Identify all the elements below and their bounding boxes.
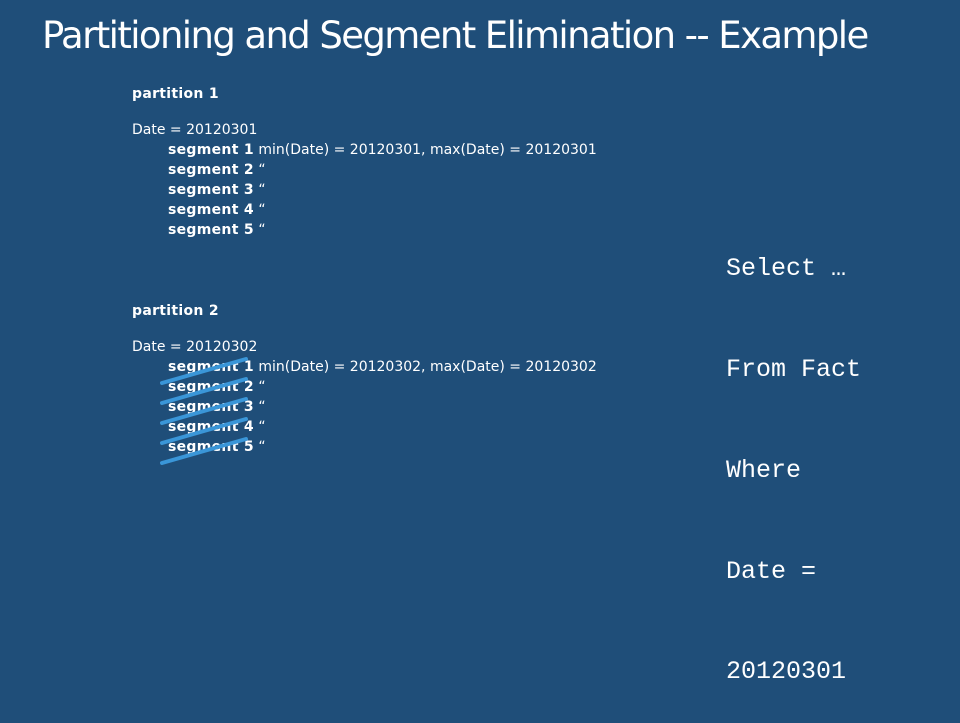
segment-detail: “ bbox=[258, 439, 266, 455]
query-line: Where bbox=[726, 455, 802, 485]
segment-label: segment 2 bbox=[168, 379, 254, 395]
segment-row: segment 2 “ bbox=[132, 377, 597, 397]
segment-label: segment 3 bbox=[168, 399, 254, 415]
partition-label: partition 2 bbox=[132, 303, 219, 319]
segment-detail: “ bbox=[258, 379, 266, 395]
segment-row: segment 2 “ bbox=[132, 160, 597, 180]
partition-2-block: partition 2 Date = 20120302 segment 1 mi… bbox=[132, 301, 597, 457]
segment-detail: “ bbox=[258, 399, 266, 415]
segment-label: segment 5 bbox=[168, 222, 254, 238]
segment-row: segment 4 “ bbox=[132, 200, 597, 220]
segment-detail: min(Date) = 20120301, max(Date) = 201203… bbox=[258, 142, 597, 158]
segment-label: segment 4 bbox=[168, 202, 254, 218]
segment-detail: “ bbox=[258, 202, 266, 218]
segment-row: segment 1 min(Date) = 20120301, max(Date… bbox=[132, 140, 597, 160]
segment-label: segment 1 bbox=[168, 359, 254, 375]
query-line: From Fact bbox=[726, 354, 862, 384]
segment-label: segment 2 bbox=[168, 162, 254, 178]
partition-date: Date = 20120301 bbox=[132, 122, 258, 138]
segment-row: segment 3 “ bbox=[132, 180, 597, 200]
segment-detail: “ bbox=[258, 419, 266, 435]
partition-label: partition 1 bbox=[132, 86, 219, 102]
segment-row: segment 5 “ bbox=[132, 220, 597, 240]
segment-detail: “ bbox=[258, 222, 266, 238]
segment-label: segment 5 bbox=[168, 439, 254, 455]
query-line: 20120301 bbox=[726, 657, 847, 687]
partition-date: Date = 20120302 bbox=[132, 339, 258, 355]
segment-detail: “ bbox=[258, 162, 266, 178]
segment-row: segment 1 min(Date) = 20120302, max(Date… bbox=[132, 357, 597, 377]
query-line: Date = bbox=[726, 556, 817, 586]
segment-label: segment 1 bbox=[168, 142, 254, 158]
segment-row: segment 3 “ bbox=[132, 397, 597, 417]
segment-label: segment 3 bbox=[168, 182, 254, 198]
segment-detail: “ bbox=[258, 182, 266, 198]
partition-1-block: partition 1 Date = 20120301 segment 1 mi… bbox=[132, 84, 597, 240]
segment-label: segment 4 bbox=[168, 419, 254, 435]
query-line: Select … bbox=[726, 254, 847, 284]
slide-title: Partitioning and Segment Elimination -- … bbox=[42, 14, 869, 57]
query-code: Select … From Fact Where Date = 20120301 bbox=[726, 185, 861, 723]
segment-detail: min(Date) = 20120302, max(Date) = 201203… bbox=[258, 359, 597, 375]
segment-row: segment 4 “ bbox=[132, 417, 597, 437]
segment-row: segment 5 “ bbox=[132, 437, 597, 457]
